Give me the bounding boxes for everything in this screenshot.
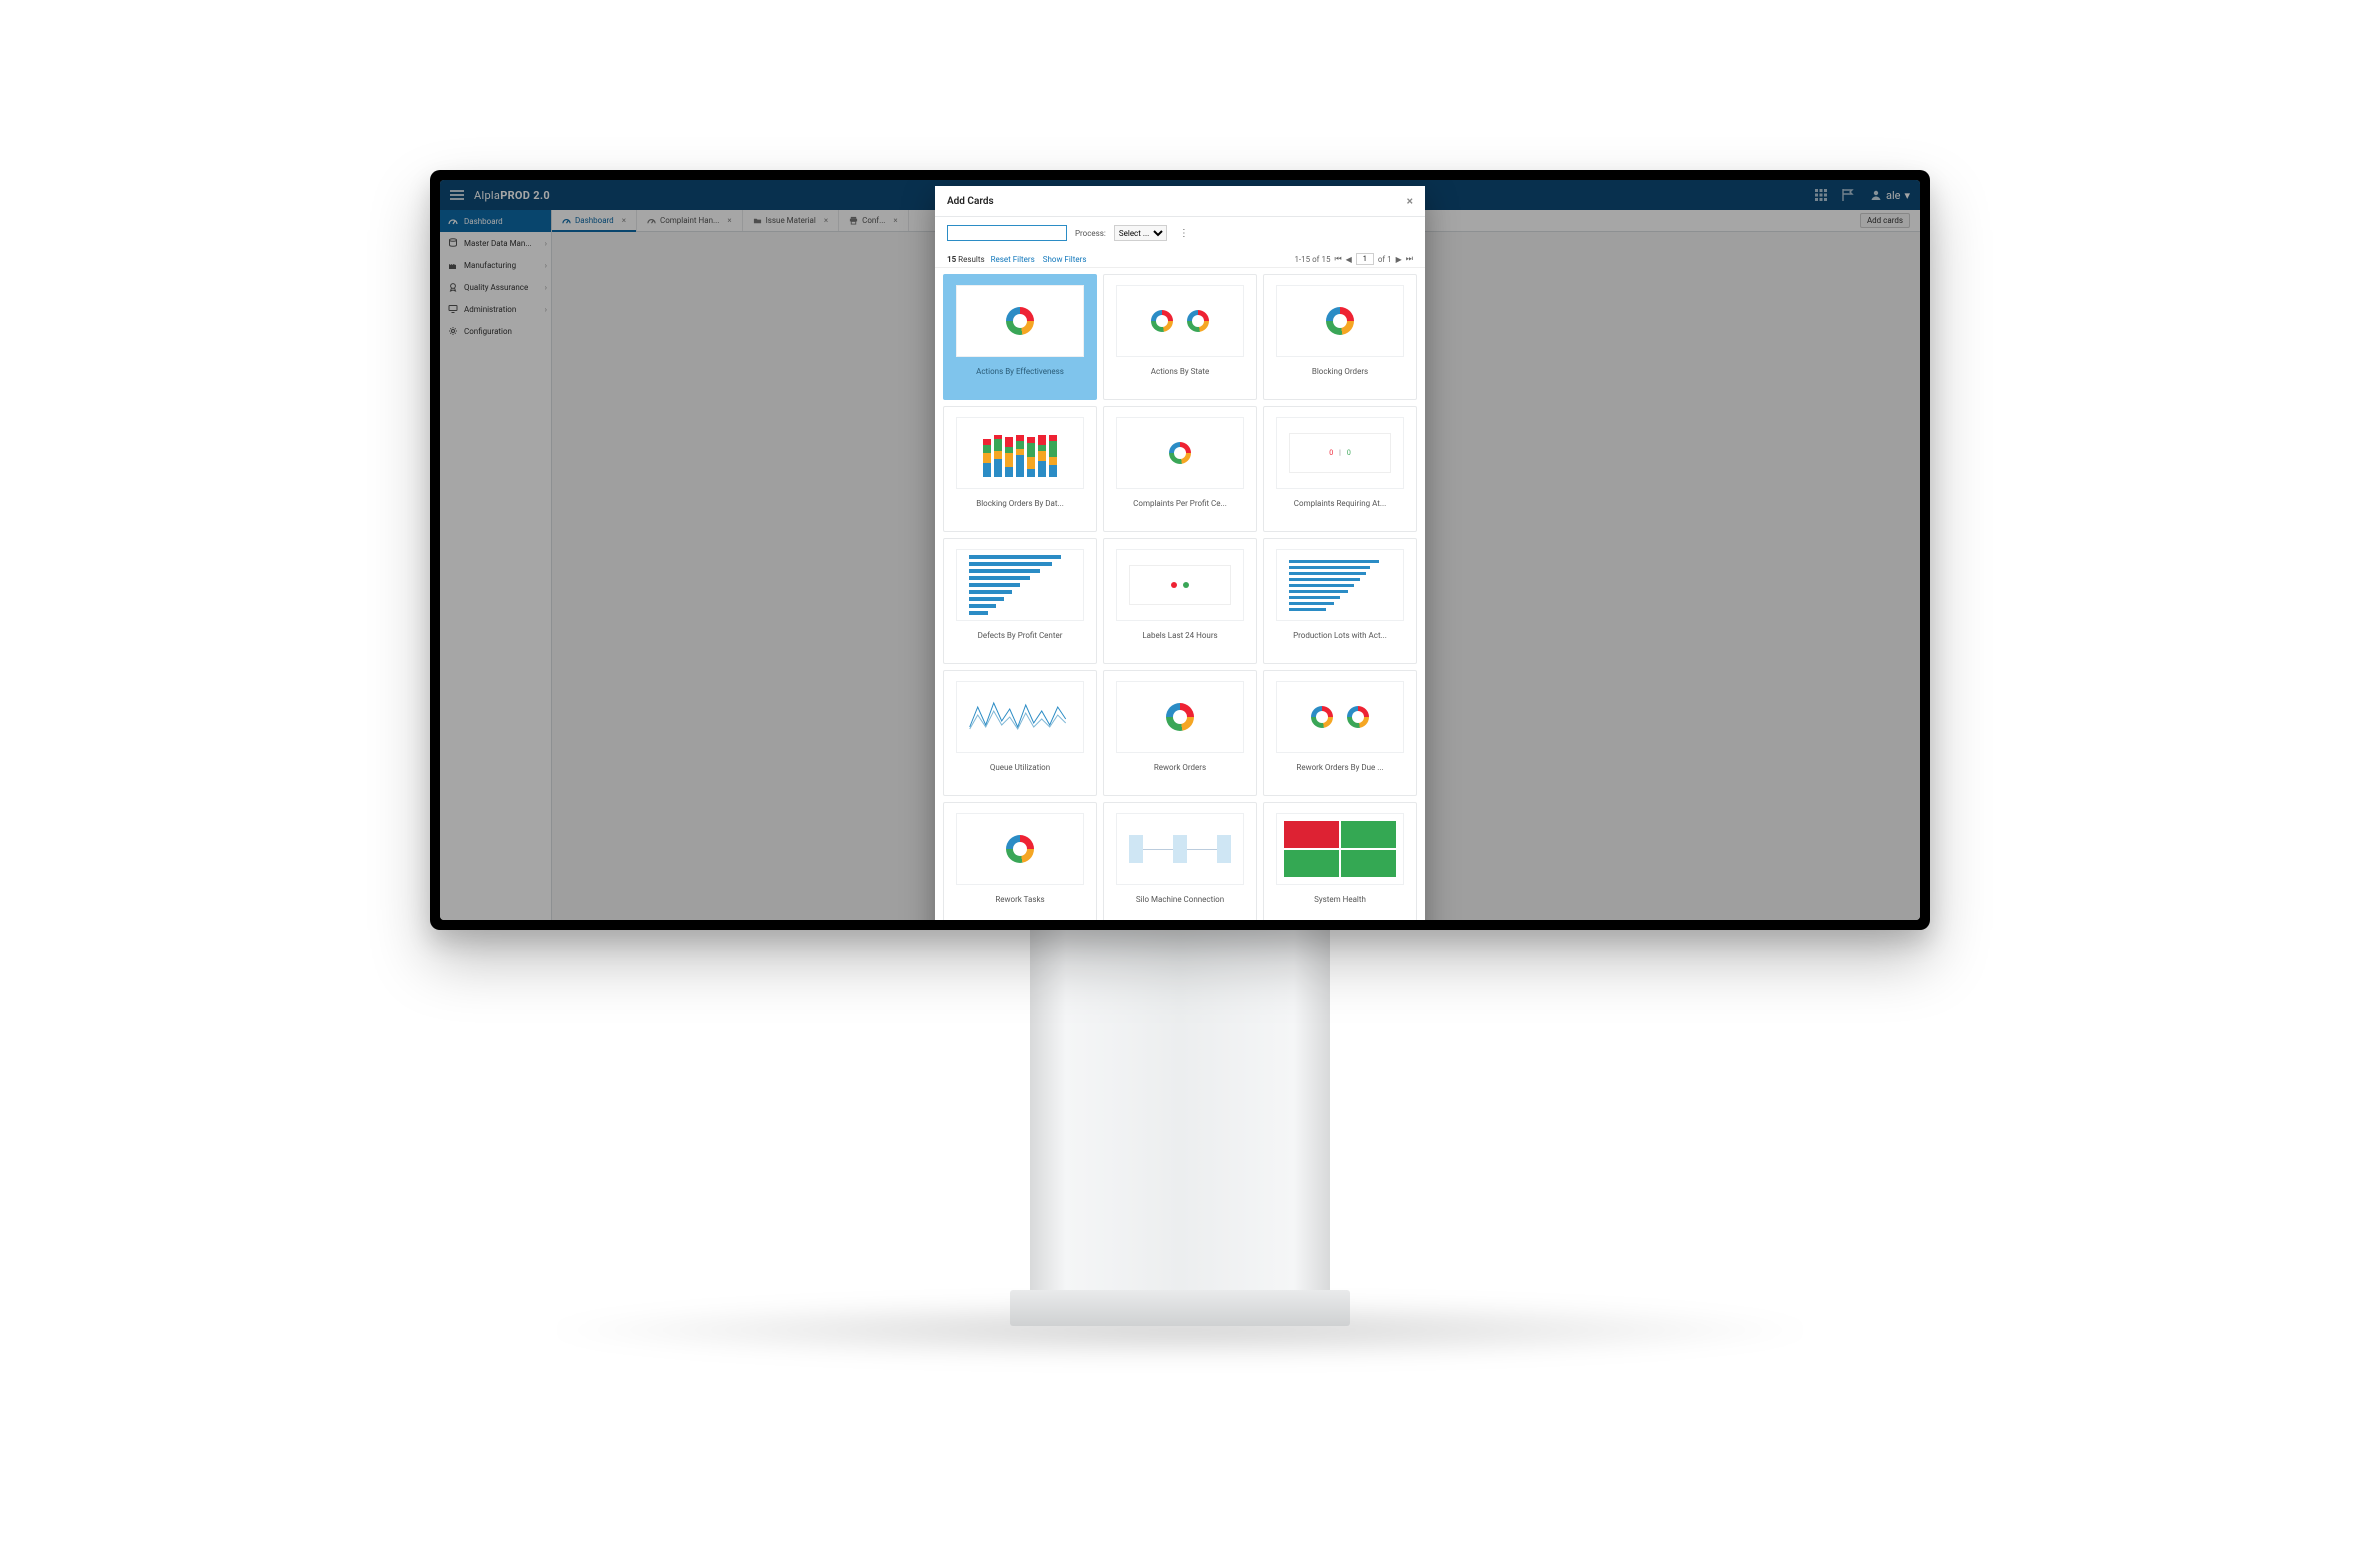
reset-filters-link[interactable]: Reset Filters — [991, 255, 1035, 264]
card-thumbnail — [956, 549, 1085, 621]
pager-page-input[interactable] — [1356, 253, 1374, 265]
add-cards-modal: Add Cards × Process: Select ... ⋮ 15 Res… — [935, 186, 1425, 920]
cursor-icon: ↖ — [1069, 341, 1077, 352]
search-input[interactable] — [947, 225, 1067, 241]
results-label: Results — [958, 255, 984, 264]
process-label: Process: — [1075, 229, 1106, 238]
process-select[interactable]: Select ... — [1114, 225, 1167, 241]
card-label: Complaints Per Profit Ce... — [1110, 499, 1250, 508]
card-thumbnail — [1276, 549, 1405, 621]
card-label: System Health — [1270, 895, 1410, 904]
card-tile[interactable]: Queue Utilization — [943, 670, 1097, 796]
card-label: Labels Last 24 Hours — [1110, 631, 1250, 640]
card-label: Rework Orders — [1110, 763, 1250, 772]
card-tile[interactable]: Complaints Per Profit Ce... — [1103, 406, 1257, 532]
card-tile[interactable]: Defects By Profit Center — [943, 538, 1097, 664]
card-label: Blocking Orders By Dat... — [950, 499, 1090, 508]
card-label: Actions By State — [1110, 367, 1250, 376]
card-thumbnail — [1276, 285, 1405, 357]
card-thumbnail — [1276, 681, 1405, 753]
card-label: Rework Orders By Due ... — [1270, 763, 1410, 772]
two-donut-icon — [1311, 706, 1369, 728]
kebab-icon[interactable]: ⋮ — [1179, 228, 1189, 239]
donut-chart-icon — [1169, 442, 1191, 464]
modal-meta: 15 Results Reset Filters Show Filters 1-… — [935, 249, 1425, 268]
tiles-icon — [1284, 821, 1396, 877]
card-label: Defects By Profit Center — [950, 631, 1090, 640]
text-block-icon: 0|0 — [1289, 433, 1390, 473]
results-count: 15 — [947, 255, 956, 264]
card-label: Actions By Effectiveness — [950, 367, 1090, 376]
card-thumbnail — [1116, 813, 1245, 885]
pager-prev-icon[interactable]: ◀ — [1346, 255, 1352, 264]
card-thumbnail — [956, 681, 1085, 753]
donut-chart-icon — [1166, 703, 1194, 731]
two-donut-icon — [1151, 310, 1209, 332]
card-tile[interactable]: Rework Tasks — [943, 802, 1097, 920]
card-tile[interactable]: Blocking Orders — [1263, 274, 1417, 400]
card-thumbnail: 0|0 — [1276, 417, 1405, 489]
pager-range: 1-15 of 15 — [1294, 255, 1330, 264]
donut-chart-icon — [1006, 835, 1034, 863]
pager: 1-15 of 15 ⏮ ◀ of 1 ▶ ⏭ — [1294, 253, 1413, 265]
card-tile[interactable]: Production Lots with Act... — [1263, 538, 1417, 664]
close-icon[interactable]: × — [1407, 194, 1413, 208]
card-thumbnail — [1116, 549, 1245, 621]
card-thumbnail — [1116, 285, 1245, 357]
card-thumbnail — [1116, 681, 1245, 753]
card-label: Complaints Requiring At... — [1270, 499, 1410, 508]
card-tile[interactable]: Rework Orders By Due ... — [1263, 670, 1417, 796]
app-screen: AlplaPROD 2.0 ale ▾ — [440, 180, 1920, 920]
pager-first-icon[interactable]: ⏮ — [1334, 254, 1341, 264]
card-thumbnail: ↖ — [956, 285, 1085, 357]
card-label: Production Lots with Act... — [1270, 631, 1410, 640]
modal-header: Add Cards × — [935, 186, 1425, 217]
card-tile[interactable]: Blocking Orders By Dat... — [943, 406, 1097, 532]
donut-chart-icon — [1006, 307, 1034, 335]
card-tile[interactable]: 0|0 Complaints Requiring At... — [1263, 406, 1417, 532]
donut-chart-icon — [1326, 307, 1354, 335]
card-tile[interactable]: Rework Orders — [1103, 670, 1257, 796]
dots-icon — [1129, 565, 1230, 605]
area-chart-icon — [969, 697, 1070, 737]
card-label: Blocking Orders — [1270, 367, 1410, 376]
modal-title: Add Cards — [947, 196, 994, 207]
card-thumbnail — [1276, 813, 1405, 885]
pager-next-icon[interactable]: ▶ — [1396, 255, 1402, 264]
card-thumbnail — [956, 813, 1085, 885]
card-tile[interactable]: Silo Machine Connection — [1103, 802, 1257, 920]
hbar-icon — [969, 555, 1070, 615]
card-thumbnail — [1116, 417, 1245, 489]
show-filters-link[interactable]: Show Filters — [1043, 255, 1087, 264]
card-tile[interactable]: Labels Last 24 Hours — [1103, 538, 1257, 664]
pager-of-label: of 1 — [1378, 255, 1392, 264]
stacked-bar-icon — [983, 429, 1057, 477]
card-tile[interactable]: Actions By State — [1103, 274, 1257, 400]
card-grid: ↖ Actions By Effectiveness Actions By Stat… — [943, 274, 1417, 920]
monitor-frame: AlplaPROD 2.0 ale ▾ — [430, 170, 1930, 930]
pager-last-icon[interactable]: ⏭ — [1406, 254, 1413, 264]
card-label: Queue Utilization — [950, 763, 1090, 772]
card-label: Rework Tasks — [950, 895, 1090, 904]
card-tile[interactable]: System Health — [1263, 802, 1417, 920]
card-tile[interactable]: ↖ Actions By Effectiveness — [943, 274, 1097, 400]
modal-toolbar: Process: Select ... ⋮ — [935, 217, 1425, 249]
card-label: Silo Machine Connection — [1110, 895, 1250, 904]
flow-icon — [1129, 826, 1230, 872]
card-thumbnail — [956, 417, 1085, 489]
hlines-icon — [1289, 560, 1390, 611]
